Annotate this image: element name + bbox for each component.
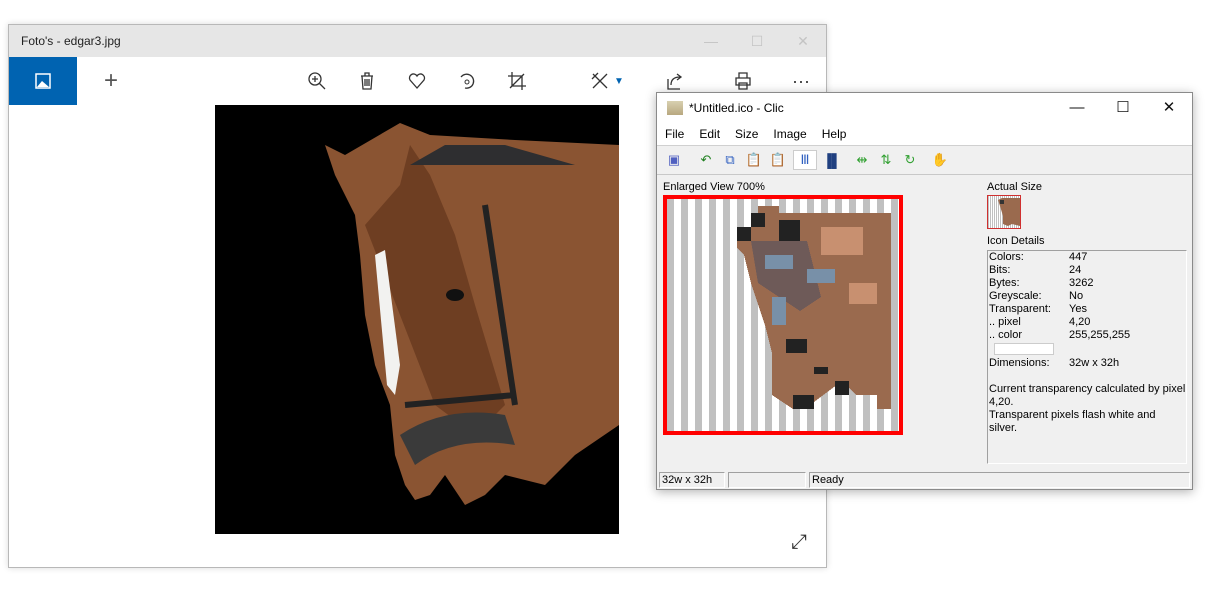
- undo-icon[interactable]: ↶: [697, 151, 715, 169]
- crop-icon: [508, 72, 526, 90]
- detail-key: Greyscale:: [989, 290, 1042, 302]
- favorite-button[interactable]: [405, 69, 429, 93]
- photo-horse: [215, 105, 619, 534]
- crop-button[interactable]: [505, 69, 529, 93]
- clic-window: *Untitled.ico - Clic — ☐ ✕ File Edit Siz…: [656, 92, 1193, 490]
- chevron-down-icon: ▼: [614, 75, 624, 87]
- detail-key: Bits:: [989, 264, 1011, 276]
- title-bar: Foto's - edgar3.jpg — ☐ ✕: [9, 25, 826, 57]
- more-button[interactable]: ···: [789, 69, 813, 93]
- detail-row: .. pixel 4,20: [988, 316, 1186, 329]
- minimize-button[interactable]: —: [688, 25, 734, 57]
- window-title: Foto's - edgar3.jpg: [21, 34, 121, 48]
- fullscreen-button[interactable]: ⤢: [791, 531, 807, 554]
- printer-icon: [735, 72, 751, 90]
- paste-icon[interactable]: 📋: [745, 151, 763, 169]
- detail-row: Bytes: 3262: [988, 277, 1186, 290]
- detail-value: No: [1069, 290, 1084, 302]
- detail-value: 3262: [1069, 277, 1094, 289]
- enlarged-view-label: Enlarged View 700%: [663, 181, 765, 193]
- heart-icon: [408, 73, 426, 89]
- print-button[interactable]: [731, 69, 755, 93]
- horse-image: [325, 123, 619, 505]
- zoom-in-button[interactable]: [305, 69, 329, 93]
- detail-key: .. pixel: [989, 316, 1021, 328]
- copy-icon[interactable]: ⧉: [721, 151, 739, 169]
- share-icon: [667, 73, 683, 90]
- detail-key: Bytes:: [989, 277, 1020, 289]
- detail-row: .. color 255,255,255: [988, 329, 1186, 342]
- detail-row: Transparent: Yes: [988, 303, 1186, 316]
- zoom-in-icon: [308, 72, 326, 90]
- actual-size-preview: [987, 195, 1021, 229]
- detail-key: Transparent:: [989, 303, 1051, 315]
- stripes-background-icon[interactable]: Ⅲ: [793, 150, 817, 170]
- detail-value: Yes: [1069, 303, 1087, 315]
- detail-value: 24: [1069, 264, 1082, 276]
- detail-value: 4,20: [1069, 316, 1091, 328]
- rotate-button[interactable]: [455, 69, 479, 93]
- detail-key: .. color: [989, 329, 1023, 341]
- maximize-button[interactable]: ☐: [1100, 93, 1146, 123]
- status-message: Ready: [809, 472, 1190, 488]
- add-button[interactable]: +: [99, 67, 123, 94]
- hand-icon[interactable]: ✋: [931, 151, 949, 169]
- title-bar: *Untitled.ico - Clic — ☐ ✕: [657, 93, 1192, 123]
- window-title: *Untitled.ico - Clic: [689, 101, 784, 115]
- expand-icon: ⤢: [791, 531, 807, 553]
- detail-value: 447: [1069, 251, 1088, 263]
- menu-size[interactable]: Size: [727, 127, 765, 141]
- trash-icon: [361, 72, 373, 90]
- close-button[interactable]: ✕: [1146, 93, 1192, 123]
- detail-row: Colors: 447: [988, 251, 1186, 264]
- collection-button[interactable]: [9, 57, 77, 105]
- menu-image[interactable]: Image: [765, 127, 813, 141]
- rotate-icon[interactable]: ↻: [901, 151, 919, 169]
- maximize-button[interactable]: ☐: [734, 25, 780, 57]
- menu-help[interactable]: Help: [814, 127, 854, 141]
- transparency-note: Current transparency calculated by pixel…: [989, 383, 1186, 408]
- actual-size-label: Actual Size: [987, 181, 1043, 193]
- detail-value: 255,255,255: [1069, 329, 1131, 341]
- detail-row: Bits: 24: [988, 264, 1186, 277]
- enlarged-view-canvas[interactable]: [663, 195, 903, 435]
- save-icon[interactable]: ▣: [665, 151, 683, 169]
- icon-details-panel: Colors: 447 Bits: 24 Bytes: 3262 Greyscale:…: [987, 250, 1187, 464]
- toolbar: ▣ ↶ ⧉ 📋 📋 Ⅲ ▐▌ ⇹ ⇅ ↻ ✋: [657, 146, 1192, 175]
- detail-key: Colors:: [989, 251, 1024, 263]
- rotate-icon: [460, 73, 475, 89]
- detail-value: 32w x 32h: [1069, 357, 1120, 369]
- transparency-flash-note: Transparent pixels flash white and silve…: [989, 409, 1156, 434]
- horse-icon-preview: [998, 198, 1020, 226]
- share-button[interactable]: [663, 69, 687, 93]
- menu-edit[interactable]: Edit: [691, 127, 727, 141]
- delete-button[interactable]: [355, 69, 379, 93]
- detail-row: Dimensions: 32w x 32h: [988, 357, 1186, 370]
- edit-icon: [591, 72, 608, 89]
- flip-horizontal-icon[interactable]: ⇹: [853, 151, 871, 169]
- transparent-color-swatch: [994, 343, 1054, 355]
- pixel-horse-image: [737, 206, 891, 409]
- paste-special-icon[interactable]: 📋: [769, 151, 787, 169]
- status-empty: [728, 472, 806, 488]
- status-bar: 32w x 32h Ready: [657, 471, 1192, 489]
- status-dimensions: 32w x 32h: [659, 472, 725, 488]
- minimize-button[interactable]: —: [1054, 93, 1100, 123]
- detail-key: Dimensions:: [989, 357, 1050, 369]
- close-button[interactable]: ✕: [780, 25, 826, 57]
- icon-details-label: Icon Details: [987, 235, 1045, 247]
- edit-create-button[interactable]: ▼: [587, 69, 627, 93]
- menu-bar: File Edit Size Image Help: [657, 123, 1192, 146]
- gradient-background-icon[interactable]: ▐▌: [823, 151, 841, 169]
- menu-file[interactable]: File: [657, 127, 691, 141]
- flip-vertical-icon[interactable]: ⇅: [877, 151, 895, 169]
- detail-row: Greyscale: No: [988, 290, 1186, 303]
- image-icon: [35, 73, 51, 89]
- clic-logo-icon: [667, 101, 683, 115]
